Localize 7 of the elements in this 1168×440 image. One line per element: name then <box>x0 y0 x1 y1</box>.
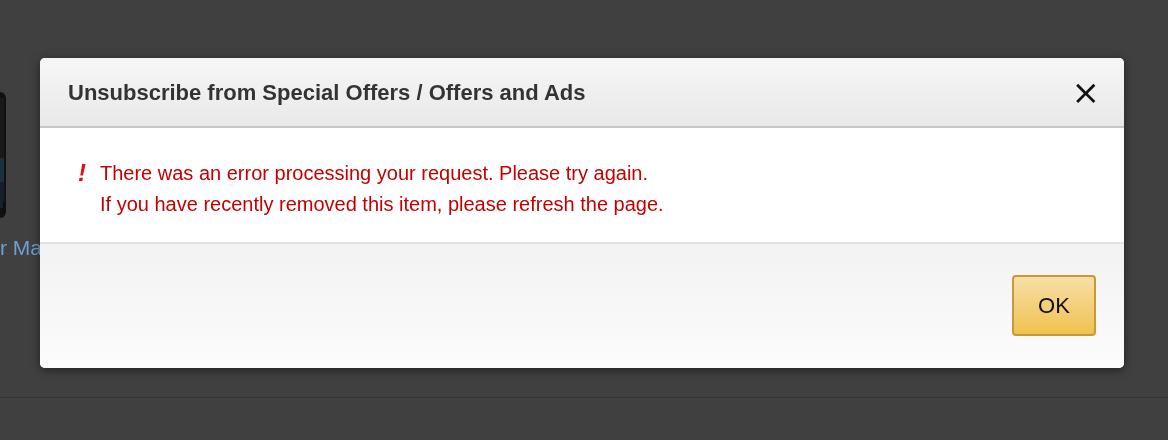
product-caption[interactable]: r Ma <box>0 237 42 258</box>
ok-button[interactable]: OK <box>1012 275 1096 336</box>
error-message: If you have recently removed this item, please refresh the page. <box>100 192 664 217</box>
error-message: There was an error processing your request. Please try again. <box>100 161 650 186</box>
close-button[interactable]: × <box>1071 75 1100 109</box>
alert-icon: ! <box>78 158 86 188</box>
dialog-title: Unsubscribe from Special Offers / Offers and Ads <box>68 78 586 107</box>
